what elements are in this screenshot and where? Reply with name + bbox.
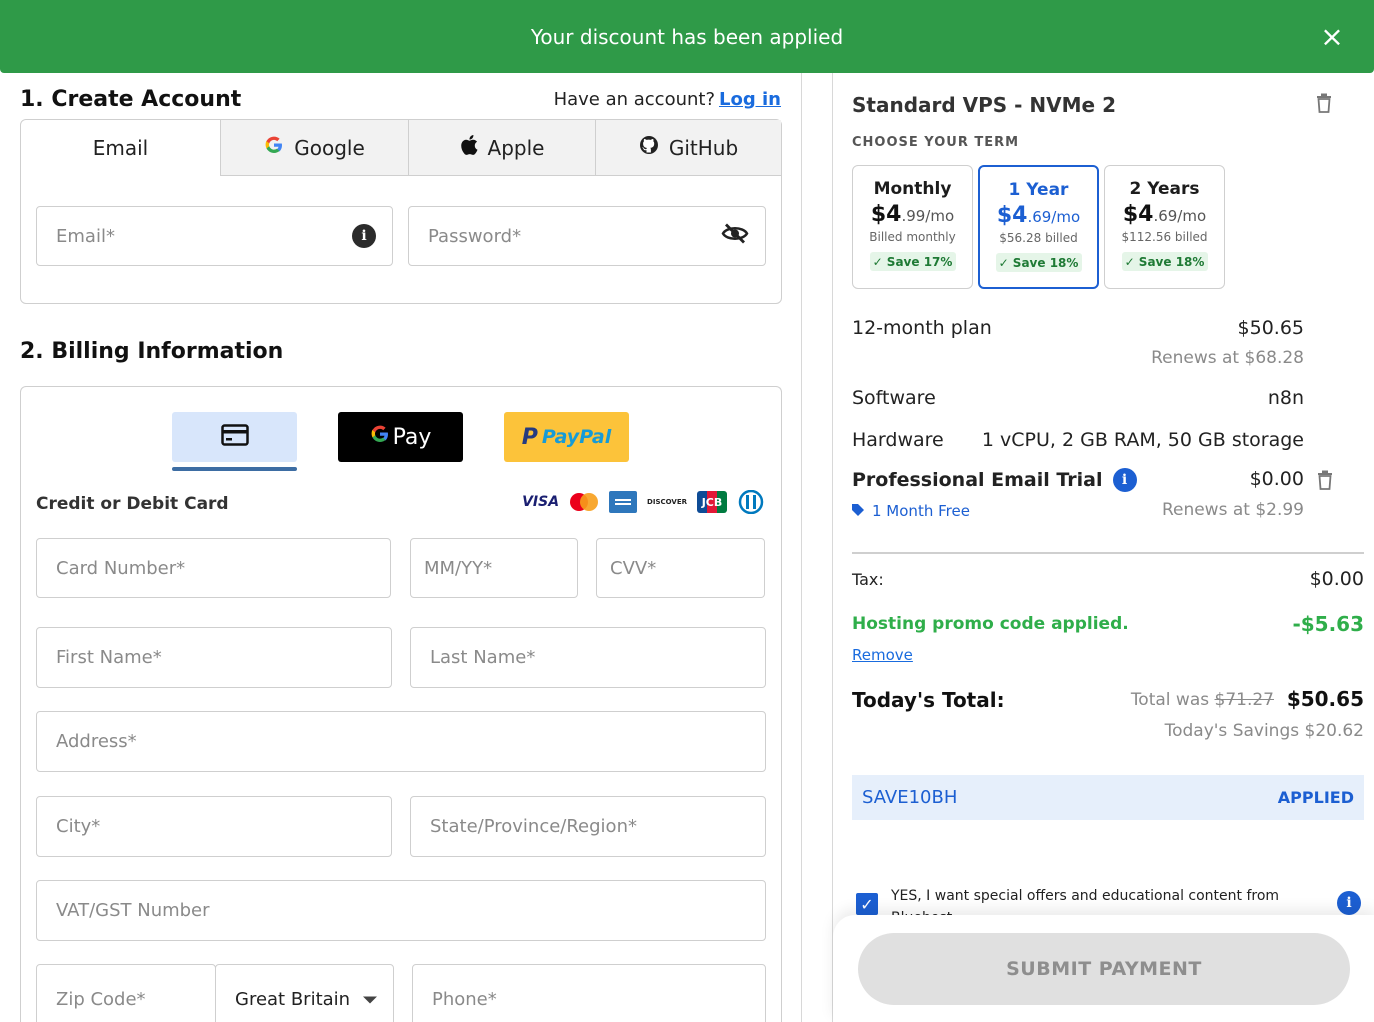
save-badge: ✓ Save 18% (1121, 252, 1208, 271)
vat-input[interactable]: VAT/GST Number (36, 880, 766, 941)
trash-icon[interactable] (1317, 470, 1333, 495)
marketing-optin: ✓ YES, I want special offers and educati… (856, 885, 1366, 915)
term-option-2-years[interactable]: 2 Years $4.69/mo $112.56 billed ✓ Save 1… (1104, 165, 1225, 289)
tab-github[interactable]: GitHub (595, 120, 781, 176)
phone-input[interactable]: Phone* (412, 964, 766, 1022)
software-value: n8n (1267, 387, 1304, 409)
credit-card-icon (220, 424, 249, 450)
zip-input[interactable]: Zip Code* (36, 964, 216, 1022)
save-badge: ✓ Save 18% (995, 253, 1082, 272)
optin-text: YES, I want special offers and education… (891, 888, 1280, 915)
github-icon (639, 135, 659, 160)
card-payment-button[interactable] (172, 412, 297, 462)
card-brand-logos: VISA DISCOVER JCB (522, 490, 765, 514)
cvv-input[interactable]: CVV* (596, 538, 765, 598)
software-label: Software (852, 387, 936, 409)
total-label: Today's Total: (852, 688, 1005, 712)
info-icon[interactable]: i (352, 224, 376, 248)
first-name-input[interactable]: First Name* (36, 627, 392, 688)
email-trial-row: Professional Email Trial i (852, 468, 1137, 492)
promo-discount-value: -$5.63 (1292, 612, 1364, 636)
checkout-form: 1. Create Account Have an account? Log in… (0, 73, 802, 1022)
term-option-1-year[interactable]: 1 Year $4.69/mo $56.28 billed ✓ Save 18% (978, 165, 1099, 289)
tab-apple[interactable]: Apple (408, 120, 595, 176)
jcb-logo: JCB (697, 491, 727, 513)
trash-icon[interactable] (1316, 93, 1332, 118)
billing-heading: 2. Billing Information (20, 339, 284, 364)
email-trial-renews: Renews at $2.99 (1161, 500, 1304, 520)
todays-savings: Today's Savings $20.62 (1164, 721, 1364, 741)
paypal-button[interactable]: P PayPal (504, 412, 629, 462)
term-label: CHOOSE YOUR TERM (852, 135, 1020, 150)
submit-bar: SUBMIT PAYMENT (833, 915, 1374, 1022)
order-summary: Standard VPS - NVMe 2 CHOOSE YOUR TERM M… (832, 73, 1374, 1022)
address-input[interactable]: Address* (36, 711, 766, 772)
plan-renews: Renews at $68.28 (1151, 348, 1304, 368)
login-link[interactable]: Log in (719, 89, 781, 110)
caret-down-icon (363, 989, 377, 1010)
total-was: Total was $71.27 (1130, 690, 1274, 710)
save-badge: ✓ Save 17% (869, 252, 956, 271)
plan-line-value: $50.65 (1237, 317, 1304, 339)
divider (852, 552, 1364, 554)
email-input[interactable]: Email* i (36, 206, 393, 266)
amex-logo (609, 491, 638, 513)
create-account-heading: 1. Create Account (20, 87, 242, 112)
discover-logo: DISCOVER (647, 498, 687, 506)
paypal-icon: P (521, 424, 538, 450)
apple-icon (460, 135, 478, 160)
coupon-code: SAVE10BH (862, 787, 958, 808)
password-input[interactable]: Password* (408, 206, 766, 266)
remove-promo-link[interactable]: Remove (852, 646, 913, 664)
hardware-label: Hardware (852, 429, 944, 451)
account-box: Email Google Apple GitHub Email* i Passw… (20, 119, 782, 304)
optin-checkbox[interactable]: ✓ (856, 893, 878, 915)
info-icon[interactable]: i (1337, 891, 1361, 915)
city-input[interactable]: City* (36, 796, 392, 857)
state-input[interactable]: State/Province/Region* (410, 796, 766, 857)
discount-banner: Your discount has been applied × (0, 0, 1374, 73)
billing-box: Pay P PayPal Credit or Debit Card VISA D… (20, 386, 782, 1022)
banner-message: Your discount has been applied (530, 24, 844, 49)
visa-logo: VISA (522, 494, 560, 510)
diners-club-logo (737, 490, 765, 514)
auth-tabs: Email Google Apple GitHub (21, 120, 781, 176)
google-g-icon (370, 424, 390, 450)
country-select[interactable]: Great Britain (215, 964, 394, 1022)
email-trial-value: $0.00 (1249, 468, 1304, 490)
card-section-label: Credit or Debit Card (36, 494, 229, 514)
close-icon[interactable]: × (1316, 20, 1348, 53)
info-icon[interactable]: i (1112, 468, 1137, 492)
selected-indicator (172, 467, 297, 471)
total-value: $50.65 (1286, 687, 1364, 711)
term-option-monthly[interactable]: Monthly $4.99/mo Billed monthly ✓ Save 1… (852, 165, 973, 289)
google-icon (264, 135, 284, 160)
tag-icon (852, 502, 864, 520)
coupon-field[interactable]: SAVE10BH APPLIED (852, 775, 1364, 820)
expiry-input[interactable]: MM/YY* (410, 538, 578, 598)
promo-applied-text: Hosting promo code applied. (852, 614, 1129, 634)
have-account-text: Have an account? Log in (553, 89, 781, 110)
tab-google[interactable]: Google (220, 120, 408, 176)
tax-value: $0.00 (1309, 568, 1364, 590)
plan-line-label: 12-month plan (852, 317, 992, 339)
google-pay-button[interactable]: Pay (338, 412, 463, 462)
tax-label: Tax: (852, 570, 884, 589)
last-name-input[interactable]: Last Name* (410, 627, 766, 688)
email-trial-tag: 1 Month Free (852, 502, 970, 520)
card-number-input[interactable]: Card Number* (36, 538, 391, 598)
tab-email[interactable]: Email (21, 120, 220, 176)
eye-slash-icon[interactable] (721, 223, 749, 250)
plan-title: Standard VPS - NVMe 2 (852, 93, 1116, 117)
mastercard-logo (569, 491, 599, 513)
submit-payment-button[interactable]: SUBMIT PAYMENT (858, 933, 1350, 1005)
coupon-status: APPLIED (1277, 788, 1354, 807)
hardware-value: 1 vCPU, 2 GB RAM, 50 GB storage (981, 429, 1304, 451)
